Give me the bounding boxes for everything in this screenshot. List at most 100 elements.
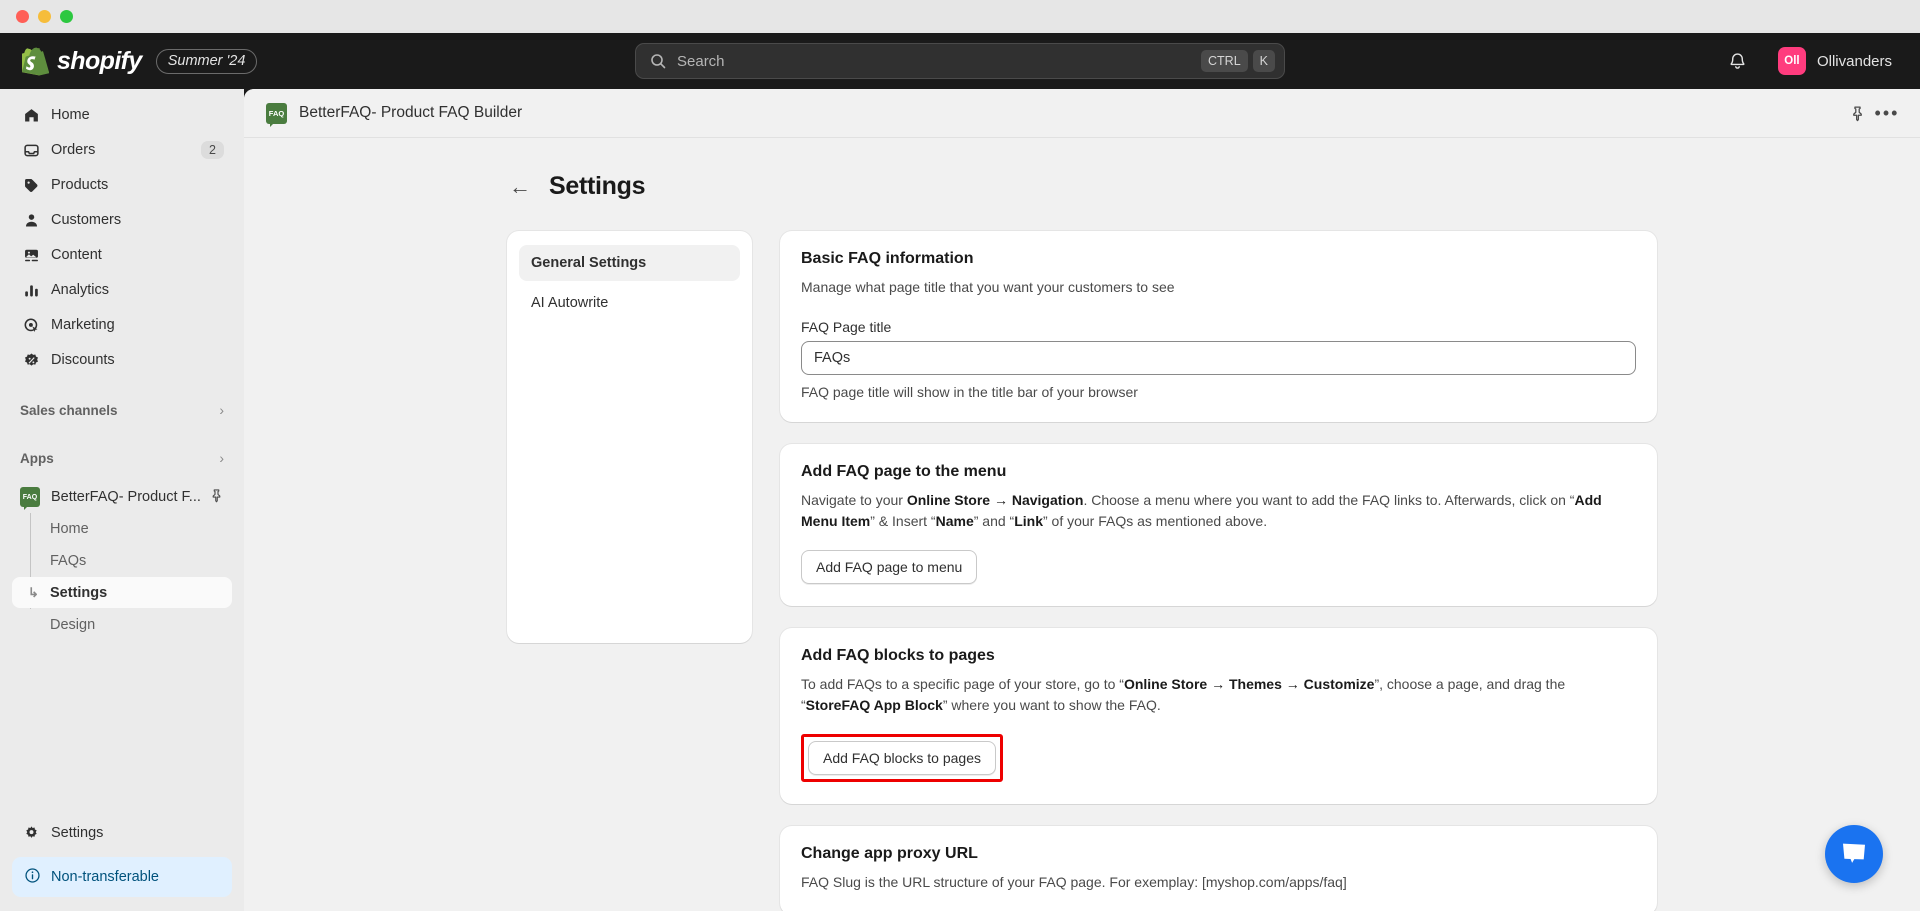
sidebar-item-marketing[interactable]: Marketing — [12, 309, 232, 341]
card-description: Manage what page title that you want you… — [801, 279, 1175, 295]
section-label: Sales channels — [20, 402, 118, 418]
page-title: Settings — [549, 172, 646, 200]
sidebar-item-label: Orders — [51, 142, 96, 158]
faq-page-title-input[interactable] — [801, 341, 1636, 375]
back-button[interactable]: ← — [509, 175, 531, 198]
sidebar-item-label: Analytics — [51, 282, 110, 298]
orders-icon — [20, 142, 42, 159]
search-shortcut-ctrl: CTRL — [1201, 50, 1248, 72]
sidebar-item-label: Discounts — [51, 352, 115, 368]
shopify-wordmark: shopify — [57, 46, 142, 75]
pin-icon[interactable] — [209, 488, 224, 507]
notifications-button[interactable] — [1722, 45, 1754, 77]
more-horizontal-icon: ••• — [1874, 103, 1900, 123]
sidebar-app-subnav: Home FAQs Settings Design — [12, 513, 232, 641]
desc-emphasis: Name — [935, 513, 974, 529]
content-scroll-area[interactable]: ← Settings General Settings AI Autowrite — [244, 138, 1920, 911]
more-options-button[interactable]: ••• — [1872, 98, 1902, 128]
sidebar-section-apps[interactable]: Apps › — [12, 443, 232, 473]
card-actions: Add FAQ page to menu — [801, 550, 1636, 584]
analytics-bars-icon — [20, 282, 42, 299]
desc-text: To add FAQs to a specific page of your s… — [801, 676, 1124, 692]
app-header-bar: FAQ BetterFAQ- Product FAQ Builder ••• — [244, 89, 1920, 138]
card-description: To add FAQs to a specific page of your s… — [801, 674, 1636, 716]
desc-text: ” of your FAQs as mentioned above. — [1042, 513, 1268, 529]
app-header-title: BetterFAQ- Product FAQ Builder — [299, 104, 523, 121]
settings-menu-item-ai-autowrite[interactable]: AI Autowrite — [519, 285, 740, 321]
sidebar-item-orders[interactable]: Orders 2 — [12, 134, 232, 166]
sidebar-item-app-faqs[interactable]: FAQs — [12, 545, 232, 576]
main-panel: FAQ BetterFAQ- Product FAQ Builder ••• ←… — [244, 89, 1920, 911]
faq-page-title-help: FAQ page title will show in the title ba… — [801, 384, 1138, 400]
discounts-badge-icon — [20, 352, 42, 369]
desc-text: ” where you want to show the FAQ. — [942, 697, 1161, 713]
shopify-logo[interactable]: shopify — [22, 46, 142, 76]
sidebar-section-sales-channels[interactable]: Sales channels › — [12, 395, 232, 425]
sidebar-item-content[interactable]: Content — [12, 239, 232, 271]
search-icon — [651, 54, 666, 69]
non-transferable-banner[interactable]: Non-transferable — [12, 857, 232, 897]
settings-columns: General Settings AI Autowrite Basic FAQ … — [507, 231, 1657, 911]
topbar-right-actions: Oll Ollivanders — [1722, 44, 1920, 78]
sub-item-label: Settings — [50, 584, 108, 601]
sidebar-item-app-settings[interactable]: Settings — [12, 577, 232, 608]
sidebar-item-settings[interactable]: Settings — [12, 817, 232, 849]
sidebar-item-products[interactable]: Products — [12, 169, 232, 201]
global-search-bar[interactable]: Search CTRL K — [635, 43, 1285, 79]
app-body: Home Orders 2 Products Customers Content… — [0, 89, 1920, 911]
betterfaq-app-icon: FAQ — [266, 102, 287, 127]
search-input[interactable]: Search — [677, 53, 1196, 70]
window-maximize-button[interactable] — [60, 10, 73, 23]
chat-bubble-icon — [1843, 843, 1865, 863]
add-faq-page-to-menu-button[interactable]: Add FAQ page to menu — [801, 550, 978, 584]
user-menu-button[interactable]: Oll Ollivanders — [1772, 44, 1898, 78]
settings-content-column: Basic FAQ information Manage what page t… — [780, 231, 1657, 911]
desc-text: ” and “ — [973, 513, 1015, 529]
card-title: Basic FAQ information — [801, 250, 974, 267]
desc-emphasis: Online Store → Themes → Customize — [1123, 676, 1375, 692]
user-name-label: Ollivanders — [1816, 52, 1892, 70]
betterfaq-app-icon: FAQ — [20, 487, 40, 510]
settings-menu-card: General Settings AI Autowrite — [507, 231, 752, 643]
card-description: FAQ Slug is the URL structure of your FA… — [801, 874, 1347, 890]
pin-app-button[interactable] — [1842, 98, 1872, 128]
avatar: Oll — [1777, 47, 1806, 75]
content-image-icon — [20, 247, 42, 264]
shopify-bag-icon — [22, 47, 49, 76]
sidebar-item-customers[interactable]: Customers — [12, 204, 232, 236]
highlight-annotation: Add FAQ blocks to pages — [801, 734, 1003, 782]
gear-icon — [20, 825, 42, 842]
window-close-button[interactable] — [16, 10, 29, 23]
settings-menu-column: General Settings AI Autowrite — [507, 231, 752, 643]
sidebar-item-analytics[interactable]: Analytics — [12, 274, 232, 306]
card-basic-faq-information: Basic FAQ information Manage what page t… — [780, 231, 1657, 422]
add-faq-blocks-to-pages-button[interactable]: Add FAQ blocks to pages — [808, 741, 996, 775]
sidebar-item-home[interactable]: Home — [12, 99, 232, 131]
sidebar-app-betterfaq[interactable]: FAQ BetterFAQ- Product F... — [12, 481, 232, 513]
sidebar-item-label: Settings — [51, 825, 104, 841]
main-sidebar: Home Orders 2 Products Customers Content… — [0, 89, 244, 911]
sidebar-item-discounts[interactable]: Discounts — [12, 344, 232, 376]
sidebar-bottom: Settings Non-transferable — [12, 817, 232, 911]
search-shortcut-k: K — [1252, 50, 1275, 72]
sidebar-item-label: Home — [51, 107, 90, 123]
sub-item-label: Design — [50, 616, 96, 633]
sidebar-item-app-home[interactable]: Home — [12, 513, 232, 544]
settings-menu-item-general[interactable]: General Settings — [519, 245, 740, 281]
card-change-app-proxy-url: Change app proxy URL FAQ Slug is the URL… — [780, 826, 1657, 911]
sidebar-item-app-design[interactable]: Design — [12, 609, 232, 640]
card-title: Add FAQ page to the menu — [801, 463, 1007, 480]
desc-text: . Choose a menu where you want to add th… — [1083, 492, 1575, 508]
chat-launcher-button[interactable] — [1825, 825, 1883, 883]
sidebar-item-label: Customers — [51, 212, 122, 228]
card-actions: Add FAQ blocks to pages — [801, 734, 1636, 782]
shopify-topbar: shopify Summer '24 Search CTRL K Oll Oll… — [0, 33, 1920, 89]
orders-count-badge: 2 — [201, 141, 224, 159]
window-minimize-button[interactable] — [38, 10, 51, 23]
section-label: Apps — [20, 450, 54, 466]
bell-icon — [1730, 52, 1746, 69]
desc-text: Navigate to your — [801, 492, 907, 508]
card-title: Add FAQ blocks to pages — [801, 647, 995, 664]
pin-icon — [1852, 105, 1862, 121]
content-inner: ← Settings General Settings AI Autowrite — [507, 172, 1657, 911]
